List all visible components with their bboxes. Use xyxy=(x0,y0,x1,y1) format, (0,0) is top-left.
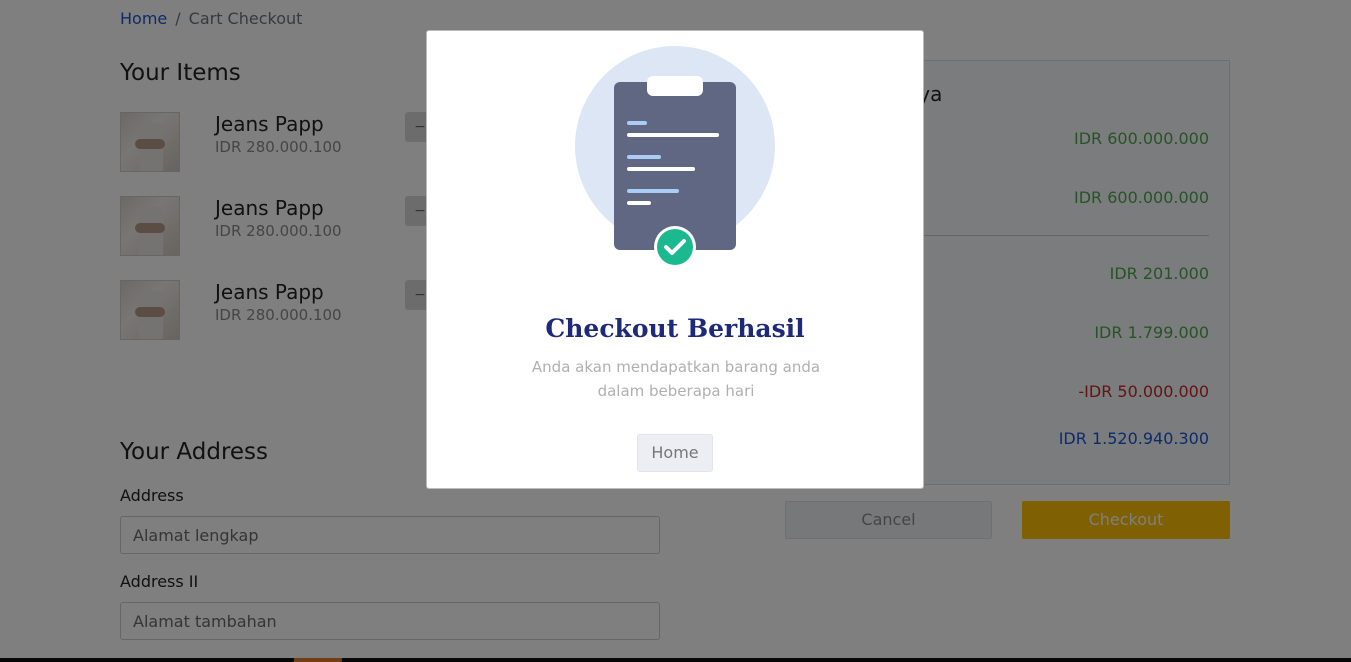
modal-title: Checkout Berhasil xyxy=(545,314,805,343)
modal-home-button[interactable]: Home xyxy=(637,434,713,472)
modal-subtitle: Anda akan mendapatkan barang anda dalam … xyxy=(531,358,821,400)
checkout-success-modal: Checkout Berhasil Anda akan mendapatkan … xyxy=(426,30,924,489)
clipboard-check-icon xyxy=(575,46,775,268)
